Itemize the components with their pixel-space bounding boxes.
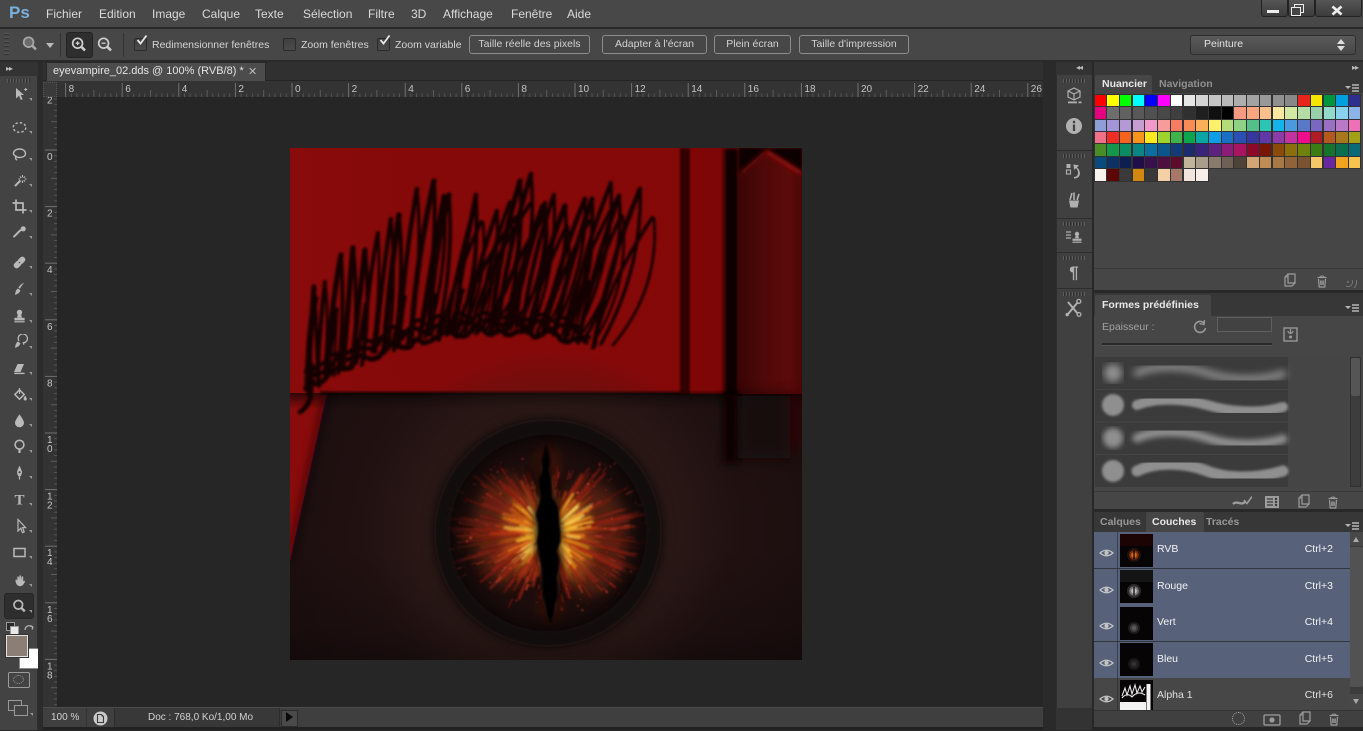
svg-text:4: 4 xyxy=(47,557,53,568)
svg-text:4: 4 xyxy=(408,84,414,95)
svg-text:12: 12 xyxy=(635,84,647,95)
svg-text:T: T xyxy=(14,493,24,509)
svg-text:10: 10 xyxy=(578,84,590,95)
svg-text:2: 2 xyxy=(238,84,244,95)
svg-text:22: 22 xyxy=(918,84,930,95)
svg-text:8: 8 xyxy=(47,670,53,681)
svg-text:26: 26 xyxy=(1031,84,1043,95)
svg-text:¶: ¶ xyxy=(1069,263,1078,282)
svg-text:6: 6 xyxy=(47,614,53,625)
svg-text:4: 4 xyxy=(47,265,53,276)
svg-text:6: 6 xyxy=(125,84,131,95)
svg-text:14: 14 xyxy=(691,84,703,95)
svg-text:16: 16 xyxy=(748,84,760,95)
svg-text:6: 6 xyxy=(47,322,53,333)
svg-text:0: 0 xyxy=(47,152,53,163)
svg-text:8: 8 xyxy=(47,378,53,389)
svg-text:18: 18 xyxy=(804,84,816,95)
svg-text:0: 0 xyxy=(295,84,301,95)
svg-text:2: 2 xyxy=(47,97,53,106)
svg-text:20: 20 xyxy=(861,84,873,95)
svg-text:2: 2 xyxy=(47,501,53,512)
svg-text:0: 0 xyxy=(47,444,53,455)
svg-text:24: 24 xyxy=(974,84,986,95)
svg-text:8: 8 xyxy=(521,84,527,95)
svg-text:2: 2 xyxy=(352,84,358,95)
svg-text:2: 2 xyxy=(47,209,53,220)
svg-text:6: 6 xyxy=(465,84,471,95)
svg-text:4: 4 xyxy=(182,84,188,95)
svg-text:8: 8 xyxy=(69,84,75,95)
